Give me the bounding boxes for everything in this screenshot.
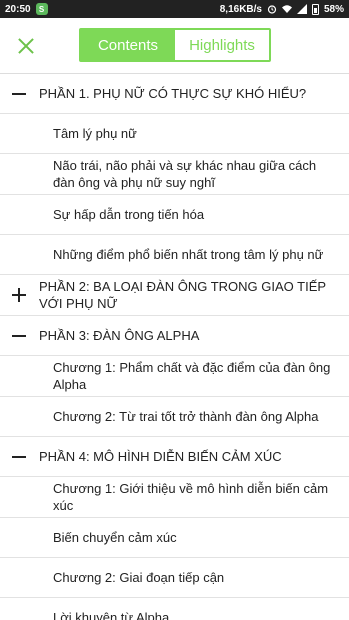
toc-chapter-label: Chương 2: Giai đoạn tiếp cận xyxy=(53,570,225,585)
toc-chapter[interactable]: Chương 2: Giai đoạn tiếp cận xyxy=(0,558,349,598)
battery-icon xyxy=(311,3,319,15)
toc-chapter-label: Não trái, não phải và sự khác nhau giữa … xyxy=(53,158,317,190)
status-right: 8,16KB/s 58% xyxy=(219,3,344,15)
toc-chapter[interactable]: Những điểm phổ biến nhất trong tâm lý ph… xyxy=(0,235,349,275)
battery-level: 58% xyxy=(323,3,344,15)
status-bar: 20:50 S 8,16KB/s 58% xyxy=(0,0,349,18)
header: Contents Highlights xyxy=(0,18,349,74)
toc-section-label: PHẦN 1. PHỤ NỮ CÓ THỰC SỰ KHÓ HIỂU? xyxy=(39,86,307,101)
status-time: 20:50 xyxy=(5,3,31,15)
toc-section-4[interactable]: PHẦN 4: MÔ HÌNH DIỄN BIẾN CẢM XÚC xyxy=(0,437,349,477)
collapse-icon[interactable] xyxy=(12,450,26,464)
toc-chapter[interactable]: Não trái, não phải và sự khác nhau giữa … xyxy=(0,154,349,195)
close-icon[interactable] xyxy=(14,34,38,58)
network-speed: 8,16KB/s xyxy=(219,3,262,15)
table-of-contents: PHẦN 1. PHỤ NỮ CÓ THỰC SỰ KHÓ HIỂU? Tâm … xyxy=(0,74,349,620)
collapse-icon[interactable] xyxy=(12,87,26,101)
toc-section-label: PHẦN 2: BA LOẠI ĐÀN ÔNG TRONG GIAO TIẾP … xyxy=(39,279,326,311)
toc-chapter[interactable]: Chương 1: Phẩm chất và đặc điểm của đàn … xyxy=(0,356,349,397)
toc-chapter-label: Lời khuyên từ Alpha xyxy=(53,610,170,620)
toc-chapter-label: Biến chuyển cảm xúc xyxy=(53,530,177,545)
toc-section-label: PHẦN 3: ĐÀN ÔNG ALPHA xyxy=(39,328,200,343)
toc-chapter-label: Chương 1: Phẩm chất và đặc điểm của đàn … xyxy=(53,360,331,392)
toc-chapter-label: Những điểm phổ biến nhất trong tâm lý ph… xyxy=(53,247,324,262)
toc-section-2[interactable]: PHẦN 2: BA LOẠI ĐÀN ÔNG TRONG GIAO TIẾP … xyxy=(0,275,349,316)
toc-chapter[interactable]: Chương 1: Giới thiệu về mô hình diễn biế… xyxy=(0,477,349,518)
toc-chapter-label: Chương 2: Từ trai tốt trở thành đàn ông … xyxy=(53,409,319,424)
collapse-icon[interactable] xyxy=(12,329,26,343)
toc-chapter[interactable]: Chương 2: Từ trai tốt trở thành đàn ông … xyxy=(0,397,349,437)
toc-section-label: PHẦN 4: MÔ HÌNH DIỄN BIẾN CẢM XÚC xyxy=(39,449,282,464)
toc-chapter-label: Sự hấp dẫn trong tiến hóa xyxy=(53,207,205,222)
toc-chapter[interactable]: Sự hấp dẫn trong tiến hóa xyxy=(0,195,349,235)
toc-chapter[interactable]: Tâm lý phụ nữ xyxy=(0,114,349,154)
toc-chapter[interactable]: Biến chuyển cảm xúc xyxy=(0,518,349,558)
toc-chapter-label: Tâm lý phụ nữ xyxy=(53,126,137,141)
tab-highlights[interactable]: Highlights xyxy=(175,30,269,60)
wifi-icon xyxy=(281,5,292,13)
toc-section-1[interactable]: PHẦN 1. PHỤ NỮ CÓ THỰC SỰ KHÓ HIỂU? xyxy=(0,74,349,114)
toc-section-3[interactable]: PHẦN 3: ĐÀN ÔNG ALPHA xyxy=(0,316,349,356)
segmented-control: Contents Highlights xyxy=(79,28,271,62)
tab-contents[interactable]: Contents xyxy=(81,30,175,60)
signal-icon xyxy=(296,4,307,14)
app-notification-icon: S xyxy=(35,3,48,15)
expand-icon[interactable] xyxy=(12,288,26,302)
toc-chapter[interactable]: Lời khuyên từ Alpha xyxy=(0,598,349,620)
toc-chapter-label: Chương 1: Giới thiệu về mô hình diễn biế… xyxy=(53,481,329,513)
alarm-icon xyxy=(267,5,277,14)
